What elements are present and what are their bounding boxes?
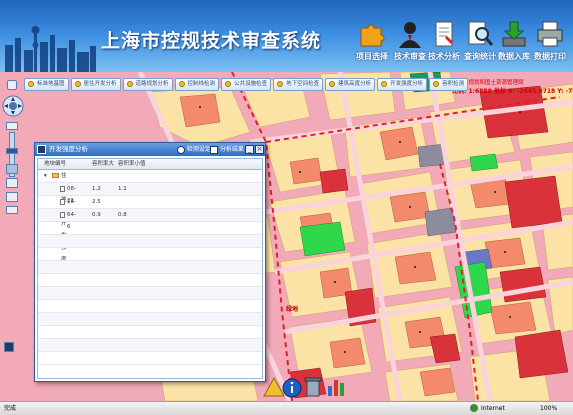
far-min: 0.8	[118, 212, 127, 218]
data-print-button[interactable]: 数据打印	[530, 20, 570, 62]
collapse-icon[interactable]: ▾	[44, 170, 47, 182]
chart-bar-icon[interactable]	[328, 380, 344, 396]
table-row[interactable]: 64-6 0.9 0.8	[38, 209, 262, 230]
result-icon	[210, 145, 218, 154]
bottom-toolbar	[263, 376, 344, 398]
overview-toggle-icon[interactable]	[4, 342, 14, 352]
table-row[interactable]: 16-12 2.5	[38, 196, 262, 217]
group-label: 住宅地块开发强度	[52, 170, 67, 263]
layer-tab[interactable]: 地下空间检查	[273, 78, 324, 91]
detect-settings-button[interactable]: 检测设定	[177, 143, 211, 156]
user-icon	[399, 22, 421, 48]
project-select-button[interactable]: 项目选择	[352, 20, 392, 62]
col-header[interactable]: 容积率大	[92, 159, 114, 169]
map-label: 绿地	[286, 306, 299, 313]
layer-tab[interactable]: 居住开发分析	[70, 78, 121, 91]
puzzle-icon	[360, 24, 385, 47]
file-icon	[60, 185, 65, 192]
settings-icon	[177, 145, 185, 154]
col-header[interactable]: 地块编号	[44, 159, 66, 169]
empty-row	[38, 261, 262, 274]
tool-label: 数据入库	[498, 52, 530, 61]
table-row[interactable]: 08-21 1.2 1.1	[38, 183, 262, 204]
empty-row	[38, 339, 262, 352]
analysis-panel: 开发强度分析 检测设定 分析结果 _ × 地块编号 容积率大 容积率小值 ▾ 住…	[34, 142, 266, 382]
layer-tab[interactable]: 道路规划分析	[122, 78, 173, 91]
zone-text: Internet	[481, 405, 505, 412]
empty-row	[38, 274, 262, 287]
folder-icon	[52, 173, 59, 178]
analysis-result-button[interactable]: 分析结果	[210, 143, 244, 156]
far-max: 2.5	[92, 199, 101, 205]
app-title: 上海市控规技术审查系统	[101, 30, 322, 52]
tool-label: 技术审查	[394, 52, 426, 61]
group-row[interactable]: ▾ 住宅地块开发强度	[38, 170, 262, 263]
download-icon	[502, 21, 526, 47]
result-grid: 地块编号 容积率大 容积率小值 ▾ 住宅地块开发强度 08-21 1.2 1.1…	[37, 158, 263, 379]
data-import-button[interactable]: 数据入库	[494, 20, 534, 62]
printer-icon	[537, 21, 563, 47]
tool-label: 数据打印	[534, 52, 566, 61]
layer-tab[interactable]: 控制线检测	[174, 78, 220, 91]
trash-icon[interactable]	[304, 377, 322, 397]
minimize-button[interactable]: _	[245, 145, 254, 154]
coordinate-readout: 比例: 1:6888 坐标 X: -2645.0718 Y: -778.3194	[452, 88, 573, 95]
info-icon[interactable]	[282, 378, 302, 398]
empty-row	[38, 287, 262, 300]
layer-tab[interactable]: 开发强度分析	[377, 78, 428, 91]
empty-row	[38, 222, 262, 235]
analysis-result-label: 分析结果	[219, 146, 244, 153]
status-text: 完成	[4, 405, 17, 412]
panel-titlebar[interactable]: 开发强度分析 检测设定 分析结果 _ ×	[35, 143, 265, 156]
layer-tool-icon[interactable]	[6, 192, 18, 202]
app-header: 上海市控规技术审查系统 项目选择 技术审查 技术分析 查询统计 数据入库 数据打…	[0, 0, 573, 72]
layer-tab[interactable]: 公共设施检查	[221, 78, 272, 91]
layer-tab[interactable]: 建筑高度分析	[325, 78, 376, 91]
status-bar: 完成 Internet 100%	[0, 401, 573, 415]
col-header[interactable]: 容积率小值	[118, 159, 146, 169]
empty-row	[38, 300, 262, 313]
zoom-slider-handle[interactable]	[6, 148, 18, 154]
tech-analysis-button[interactable]: 技术分析	[424, 20, 464, 62]
far-min: 1.1	[118, 186, 127, 192]
nav-home-icon[interactable]	[7, 80, 17, 90]
layer-tab[interactable]: 标准地基图	[24, 78, 69, 91]
measure-tool-icon[interactable]	[6, 178, 18, 188]
detect-settings-label: 检测设定	[186, 146, 211, 153]
empty-row	[38, 352, 262, 365]
identify-tool-icon[interactable]	[6, 164, 18, 174]
zoom-level[interactable]: 100%	[540, 402, 557, 415]
tool-label: 技术分析	[428, 52, 460, 61]
empty-row	[38, 313, 262, 326]
chart-icon	[37, 145, 46, 154]
tool-label: 查询统计	[464, 52, 496, 61]
internet-zone-icon	[470, 404, 478, 412]
empty-row	[38, 248, 262, 261]
file-icon	[60, 211, 65, 218]
tool-label: 项目选择	[356, 52, 388, 61]
ruler-icon[interactable]	[263, 376, 285, 397]
close-button[interactable]: ×	[255, 145, 264, 154]
magnifier-icon	[468, 21, 494, 46]
far-max: 0.9	[92, 212, 101, 218]
empty-row	[38, 235, 262, 248]
far-max: 1.2	[92, 186, 101, 192]
document-icon	[435, 21, 453, 47]
layer-tab-bar: 标准地基图 居住开发分析 道路规划分析 控制线检测 公共设施检查 地下空间检查 …	[24, 78, 469, 91]
skyline-logo	[5, 26, 96, 72]
file-icon	[60, 198, 65, 205]
pan-compass-icon[interactable]	[2, 94, 24, 118]
grid-header: 地块编号 容积率大 容积率小值	[38, 159, 262, 170]
empty-row	[38, 326, 262, 339]
layer-tab[interactable]: 容积检测	[429, 78, 469, 91]
panel-title: 开发强度分析	[49, 145, 88, 153]
zoom-in-button[interactable]	[6, 122, 18, 130]
zoom-out-button[interactable]	[6, 206, 18, 214]
